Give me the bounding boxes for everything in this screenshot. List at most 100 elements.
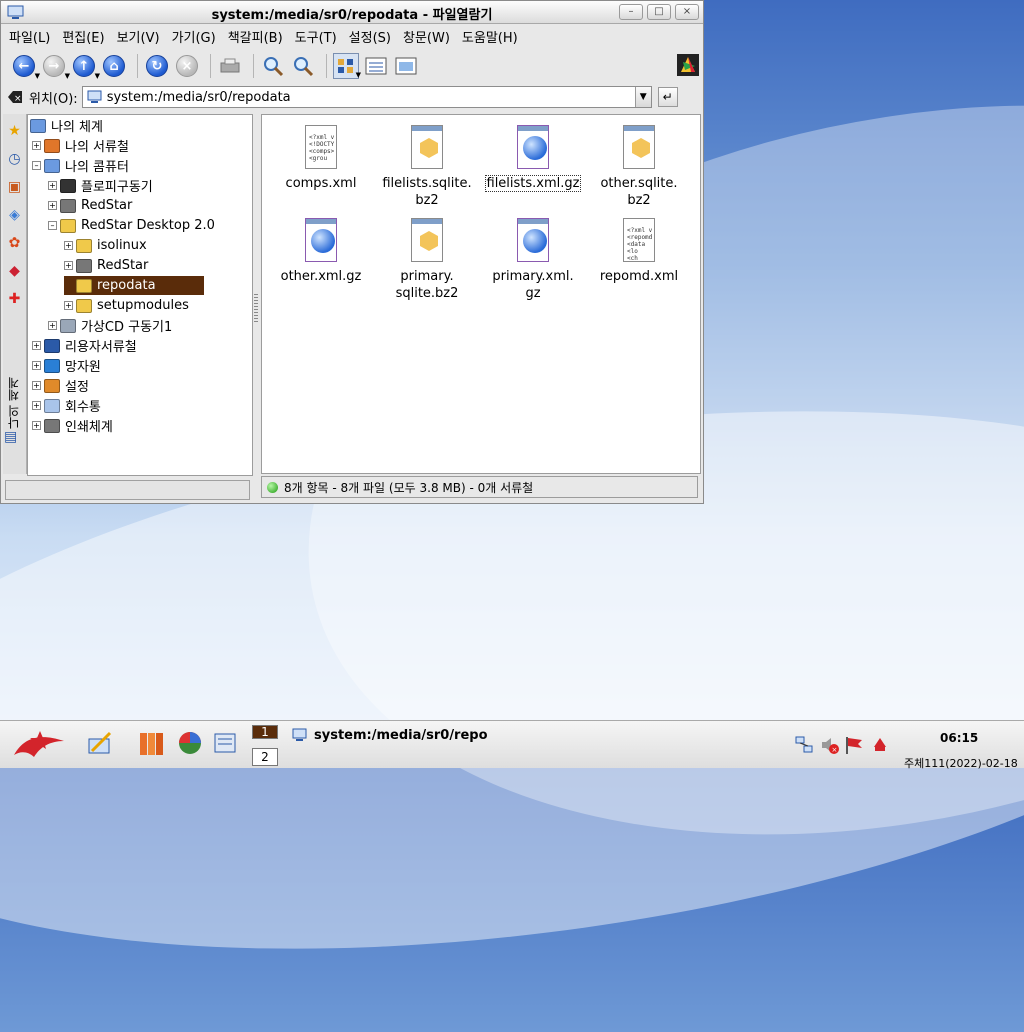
system-tool-launcher-icon[interactable]: [212, 729, 240, 757]
file-item[interactable]: <?xml v <!DOCTY <comps> <grou comps.xml: [266, 125, 376, 192]
tree-item-label: 가상CD 구동기1: [81, 320, 173, 335]
expand-icon[interactable]: +: [32, 141, 41, 150]
clear-location-icon[interactable]: ×: [7, 90, 23, 104]
tree-item[interactable]: + 리용자서류철: [32, 336, 140, 355]
tree-item[interactable]: – 나의 콤퓨터: [32, 156, 132, 175]
menu-file[interactable]: 파일(L): [5, 27, 58, 46]
text-editor-launcher-icon[interactable]: [86, 729, 114, 757]
menu-window[interactable]: 창문(W): [399, 27, 458, 46]
menu-help[interactable]: 도움말(H): [458, 27, 526, 46]
location-input[interactable]: system:/media/sr0/repodata ▼: [81, 86, 652, 108]
file-item[interactable]: <?xml v <repomd <data <lo <ch repomd.xml: [584, 218, 694, 285]
file-view: <?xml v <!DOCTY <comps> <grou comps.xml file…: [261, 114, 701, 474]
tree-item[interactable]: + RedStar: [48, 196, 135, 215]
expand-icon[interactable]: +: [64, 241, 73, 250]
zoom-out-button[interactable]: [290, 53, 316, 79]
desktop-2-button[interactable]: 2: [252, 748, 278, 766]
tree-item[interactable]: + 플로피구동기: [48, 176, 156, 195]
clock[interactable]: 06:15: [940, 731, 978, 745]
tree-item[interactable]: + 나의 서류철: [32, 136, 132, 155]
expand-icon[interactable]: +: [48, 201, 57, 210]
network-tab-icon[interactable]: ◈: [3, 204, 26, 226]
expand-icon[interactable]: +: [48, 181, 57, 190]
tree-item[interactable]: repodata: [64, 276, 204, 295]
update-tray-icon[interactable]: [870, 735, 890, 755]
home-button[interactable]: ⌂: [101, 53, 127, 79]
file-preview-line: <data: [627, 241, 646, 248]
tree-item[interactable]: + 회수통: [32, 396, 104, 415]
tree-item[interactable]: 나의 체계: [30, 116, 106, 135]
folder-icon: [44, 358, 60, 373]
tree-item[interactable]: + RedStar: [64, 256, 151, 275]
menu-go[interactable]: 가기(G): [168, 27, 224, 46]
location-bar: × 위치(O): system:/media/sr0/repodata ▼ ↵: [1, 84, 703, 110]
pane-splitter[interactable]: [254, 294, 258, 324]
desktop-1-button[interactable]: 1: [252, 725, 278, 739]
tree-item[interactable]: + isolinux: [64, 236, 150, 255]
menu-settings[interactable]: 설정(S): [345, 27, 399, 46]
collapse-icon[interactable]: –: [32, 161, 41, 170]
tree-item[interactable]: + 설정: [32, 376, 92, 395]
file-name: other.xml.gz: [280, 269, 362, 284]
zoom-in-button[interactable]: [260, 53, 286, 79]
pin-tab-icon[interactable]: ✚: [3, 288, 26, 310]
start-menu-button[interactable]: [10, 727, 68, 763]
network-tray-icon[interactable]: [794, 735, 814, 755]
go-button[interactable]: ↵: [657, 87, 678, 107]
location-dropdown-button[interactable]: ▼: [634, 87, 651, 107]
tree-item[interactable]: – RedStar Desktop 2.0: [48, 216, 218, 235]
expand-icon[interactable]: +: [32, 381, 41, 390]
expand-icon[interactable]: +: [32, 341, 41, 350]
arrow-up-icon: ↑: [73, 55, 95, 77]
file-item[interactable]: other.xml.gz: [266, 218, 376, 285]
tree-item[interactable]: + setupmodules: [64, 296, 192, 315]
gzip-file-icon: [513, 218, 553, 264]
stop-button[interactable]: ×: [174, 53, 200, 79]
browser-launcher-icon[interactable]: [176, 729, 204, 757]
office-launcher-icon[interactable]: [138, 729, 166, 757]
forward-button[interactable]: → ▼: [41, 53, 70, 80]
tag-tab-icon[interactable]: ◆: [3, 260, 26, 282]
icon-view-button[interactable]: ▼: [333, 53, 361, 79]
preview-button[interactable]: [393, 53, 419, 79]
reload-button[interactable]: ↻: [144, 53, 170, 79]
arrow-right-icon: →: [43, 55, 65, 77]
expand-icon[interactable]: +: [32, 361, 41, 370]
services-tab-icon[interactable]: ✿: [3, 232, 26, 254]
maximize-button[interactable]: □: [647, 4, 671, 20]
print-button[interactable]: [217, 53, 243, 79]
expand-icon[interactable]: +: [64, 301, 73, 310]
file-item[interactable]: primary.xml. gz: [478, 218, 588, 302]
taskbar-window-item[interactable]: system:/media/sr0/repo: [292, 725, 492, 745]
menu-edit[interactable]: 편집(E): [58, 27, 112, 46]
history-tab-icon[interactable]: ◷: [3, 148, 26, 170]
file-item[interactable]: filelists.xml.gz: [478, 125, 588, 192]
expand-icon[interactable]: +: [48, 321, 57, 330]
menu-bookmarks[interactable]: 책갈피(B): [224, 27, 291, 46]
back-button[interactable]: ← ▼: [11, 53, 40, 80]
tree-item[interactable]: + 가상CD 구동기1: [48, 316, 175, 335]
menu-tools[interactable]: 도구(T): [291, 27, 345, 46]
detail-view-button[interactable]: [363, 53, 389, 79]
my-system-tab-icon[interactable]: ▤: [4, 426, 17, 448]
sidebar-vertical-label[interactable]: 나의 체계: [5, 372, 27, 434]
file-item[interactable]: filelists.sqlite. bz2: [372, 125, 482, 209]
tree-item[interactable]: + 망자원: [32, 356, 104, 375]
close-button[interactable]: ×: [675, 4, 699, 20]
expand-icon[interactable]: +: [32, 401, 41, 410]
file-name: bz2: [415, 193, 439, 208]
file-item[interactable]: other.sqlite. bz2: [584, 125, 694, 209]
expand-icon[interactable]: +: [64, 261, 73, 270]
home-folder-tab-icon[interactable]: ▣: [3, 176, 26, 198]
collapse-icon[interactable]: –: [48, 221, 57, 230]
minimize-button[interactable]: –: [619, 4, 643, 20]
menu-view[interactable]: 보기(V): [113, 27, 168, 46]
file-item[interactable]: primary. sqlite.bz2: [372, 218, 482, 302]
title-bar[interactable]: system:/media/sr0/repodata - 파일열람기 – □ ×: [1, 1, 703, 24]
bookmarks-tab-icon[interactable]: ★: [3, 120, 26, 142]
tree-item[interactable]: + 인쇄체계: [32, 416, 116, 435]
up-button[interactable]: ↑ ▼: [71, 53, 100, 80]
volume-muted-tray-icon[interactable]: ×: [820, 735, 840, 755]
flag-tray-icon[interactable]: [844, 735, 864, 755]
expand-icon[interactable]: +: [32, 421, 41, 430]
